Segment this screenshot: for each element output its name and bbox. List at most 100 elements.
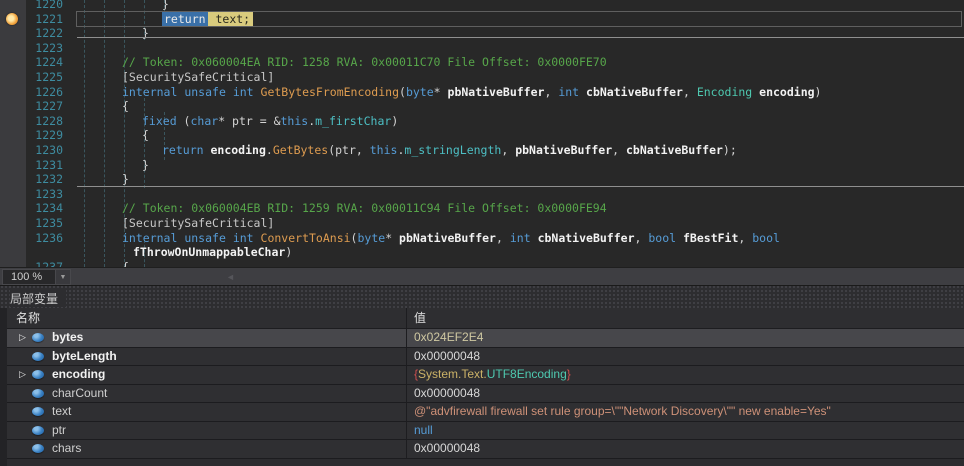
code-token bbox=[226, 231, 233, 245]
code-token: } bbox=[142, 158, 149, 172]
code-token: , bbox=[612, 143, 626, 157]
line-number: 1233 bbox=[26, 187, 76, 202]
method-separator-line bbox=[77, 37, 964, 38]
code-text: internal unsafe int ConvertToAnsi(byte* … bbox=[76, 231, 964, 246]
breakpoint-gutter[interactable] bbox=[0, 260, 26, 267]
code-token: m_firstChar bbox=[315, 114, 391, 128]
local-variable-row[interactable]: ptrnull bbox=[7, 422, 964, 441]
code-token: fThrowOnUnmappableChar bbox=[133, 245, 285, 259]
expand-arrow-icon[interactable]: ▷ bbox=[19, 366, 32, 384]
code-token: Encoding bbox=[697, 85, 752, 99]
code-line[interactable]: 1221return text; bbox=[0, 12, 964, 27]
code-token: * bbox=[434, 85, 448, 99]
code-token: cbNativeBuffer bbox=[626, 143, 723, 157]
code-line[interactable]: 1226internal unsafe int GetBytesFromEnco… bbox=[0, 85, 964, 100]
code-token bbox=[254, 231, 261, 245]
code-line[interactable]: 1232} bbox=[0, 172, 964, 187]
code-token: bool bbox=[752, 231, 780, 245]
code-line[interactable]: 1224// Token: 0x060004EA RID: 1258 RVA: … bbox=[0, 55, 964, 70]
column-header-name[interactable]: 名称 bbox=[7, 308, 407, 328]
breakpoint-gutter[interactable] bbox=[0, 216, 26, 231]
local-variable-row[interactable]: chars0x00000048 bbox=[7, 440, 964, 459]
code-line[interactable]: 1234// Token: 0x060004EB RID: 1259 RVA: … bbox=[0, 201, 964, 216]
breakpoint-gutter[interactable] bbox=[0, 26, 26, 41]
breakpoint-gutter[interactable] bbox=[0, 231, 26, 246]
code-token: int bbox=[233, 231, 254, 245]
code-text: [SecuritySafeCritical] bbox=[76, 216, 964, 231]
code-text: } bbox=[76, 172, 964, 187]
code-editor[interactable]: 1220}1221return text;1222}12231224// Tok… bbox=[0, 0, 964, 267]
breakpoint-gutter[interactable] bbox=[0, 55, 26, 70]
breakpoint-gutter[interactable] bbox=[0, 172, 26, 187]
breakpoint-gutter[interactable] bbox=[0, 85, 26, 100]
local-variable-row[interactable]: ▷encoding{System.Text.UTF8Encoding} bbox=[7, 366, 964, 385]
locals-panel-titlebar[interactable]: 局部变量 bbox=[0, 285, 964, 308]
code-line[interactable]: 1229{ bbox=[0, 128, 964, 143]
code-line[interactable]: fThrowOnUnmappableChar) bbox=[0, 245, 964, 260]
code-token: byte bbox=[406, 85, 434, 99]
code-line[interactable]: 1235[SecuritySafeCritical] bbox=[0, 216, 964, 231]
expand-arrow-icon[interactable]: ▷ bbox=[19, 329, 32, 347]
code-line[interactable]: 1237{ bbox=[0, 260, 964, 267]
breakpoint-gutter[interactable] bbox=[0, 99, 26, 114]
code-text: [SecuritySafeCritical] bbox=[76, 70, 964, 85]
scroll-left-arrow-icon[interactable]: ◄ bbox=[226, 272, 235, 282]
horizontal-scrollbar[interactable]: ◄ bbox=[71, 268, 964, 286]
code-line[interactable]: 1233 bbox=[0, 187, 964, 202]
code-token: (ptr, bbox=[328, 143, 370, 157]
code-token: int bbox=[510, 231, 531, 245]
breakpoint-gutter[interactable] bbox=[0, 143, 26, 158]
column-header-value[interactable]: 值 bbox=[407, 308, 964, 328]
breakpoint-gutter[interactable] bbox=[0, 70, 26, 85]
code-token: cbNativeBuffer bbox=[538, 231, 635, 245]
code-token: return bbox=[162, 11, 208, 27]
code-line[interactable]: 1228fixed (char* ptr = &this.m_firstChar… bbox=[0, 114, 964, 129]
variable-value: 0x00000048 bbox=[414, 349, 480, 363]
code-line[interactable]: 1230return encoding.GetBytes(ptr, this.m… bbox=[0, 143, 964, 158]
code-token bbox=[226, 85, 233, 99]
line-number: 1225 bbox=[26, 70, 76, 85]
code-text: fixed (char* ptr = &this.m_firstChar) bbox=[76, 114, 964, 129]
code-token: [SecuritySafeCritical] bbox=[122, 216, 274, 230]
code-line[interactable]: 1236internal unsafe int ConvertToAnsi(by… bbox=[0, 231, 964, 246]
code-token: , bbox=[635, 231, 649, 245]
variable-value-cell: 0x00000048 bbox=[407, 348, 964, 366]
code-line[interactable]: 1225[SecuritySafeCritical] bbox=[0, 70, 964, 85]
code-token: , bbox=[738, 231, 752, 245]
variable-icon bbox=[32, 444, 44, 453]
code-line[interactable]: 1227{ bbox=[0, 99, 964, 114]
zoom-level-select[interactable]: 100 % bbox=[2, 269, 56, 285]
code-token: pbNativeBuffer bbox=[448, 85, 545, 99]
code-token: internal bbox=[122, 231, 177, 245]
chevron-down-icon[interactable]: ▼ bbox=[56, 269, 71, 285]
local-variable-row[interactable]: charCount0x00000048 bbox=[7, 385, 964, 404]
code-line[interactable]: 1231} bbox=[0, 158, 964, 173]
variable-icon bbox=[32, 426, 44, 435]
code-text: return text; bbox=[76, 12, 964, 27]
line-number: 1226 bbox=[26, 85, 76, 100]
breakpoint-gutter[interactable] bbox=[0, 158, 26, 173]
code-line[interactable]: 1222} bbox=[0, 26, 964, 41]
variable-icon bbox=[32, 333, 44, 342]
breakpoint-gutter[interactable] bbox=[0, 201, 26, 216]
local-variable-row[interactable]: ▷bytes0x024EF2E4 bbox=[7, 329, 964, 348]
breakpoint-gutter[interactable] bbox=[0, 245, 26, 260]
breakpoint-gutter[interactable] bbox=[0, 41, 26, 56]
line-number: 1222 bbox=[26, 26, 76, 41]
variable-name: charCount bbox=[52, 385, 107, 403]
breakpoint-gutter[interactable] bbox=[0, 114, 26, 129]
breakpoint-gutter[interactable] bbox=[0, 128, 26, 143]
code-token bbox=[531, 231, 538, 245]
local-variable-row[interactable]: byteLength0x00000048 bbox=[7, 348, 964, 367]
code-token: m_stringLength bbox=[404, 143, 501, 157]
breakpoint-gutter[interactable] bbox=[0, 12, 26, 27]
code-line[interactable]: 1220} bbox=[0, 0, 964, 12]
code-lines: 1220}1221return text;1222}12231224// Tok… bbox=[0, 0, 964, 267]
code-token: int bbox=[558, 85, 579, 99]
code-token: ( bbox=[399, 85, 406, 99]
code-line[interactable]: 1223 bbox=[0, 41, 964, 56]
local-variable-row[interactable]: text@"advfirewall firewall set rule grou… bbox=[7, 403, 964, 422]
breakpoint-gutter[interactable] bbox=[0, 0, 26, 12]
breakpoint-gutter[interactable] bbox=[0, 187, 26, 202]
line-number: 1223 bbox=[26, 41, 76, 56]
